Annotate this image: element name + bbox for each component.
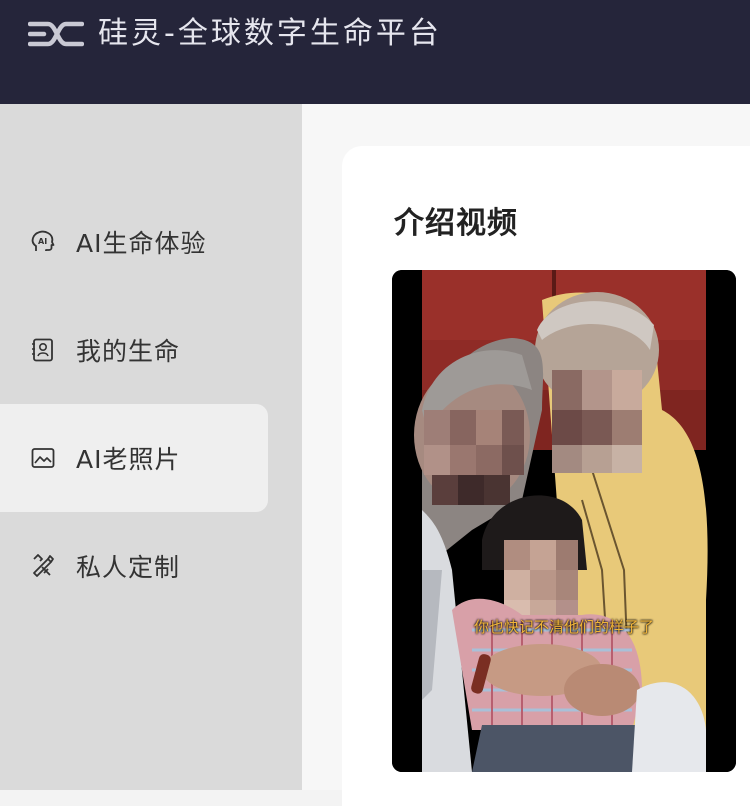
sidebar-item-ai-old-photo[interactable]: AI老照片 (0, 404, 268, 512)
profile-card-icon (32, 338, 53, 362)
svg-text:AI: AI (38, 237, 47, 246)
intro-video-player[interactable]: 你也快记不清他们的样子了 (392, 270, 736, 772)
tools-icon (33, 554, 54, 577)
section-title: 介绍视频 (394, 206, 518, 241)
video-subtitle: 你也快记不清他们的样子了 (473, 618, 654, 636)
video-frame (392, 270, 736, 772)
sidebar-item-label: AI老照片 (76, 445, 181, 474)
sidebar-item-label: AI生命体验 (76, 229, 207, 258)
brand-logo-icon (28, 21, 84, 47)
ai-head-icon: AI (31, 230, 55, 251)
main-content: 介绍视频 你也快记不清他们的样子了 (302, 104, 750, 806)
sidebar-item-private-custom[interactable]: 私人定制 (0, 512, 268, 620)
sidebar-item-ai-life[interactable]: AI AI生命体验 (0, 188, 268, 296)
sidebar-item-label: 我的生命 (76, 337, 181, 366)
top-header: 硅灵-全球数字生命平台 (0, 0, 750, 104)
sidebar: AI AI生命体验 我的生命 AI老照片 私人定制 (0, 104, 302, 790)
app-title: 硅灵-全球数字生命平台 (98, 16, 442, 51)
content-card: 介绍视频 你也快记不清他们的样子了 (342, 146, 750, 806)
sidebar-item-my-life[interactable]: 我的生命 (0, 296, 268, 404)
image-icon (31, 448, 55, 468)
sidebar-item-label: 私人定制 (76, 553, 181, 582)
